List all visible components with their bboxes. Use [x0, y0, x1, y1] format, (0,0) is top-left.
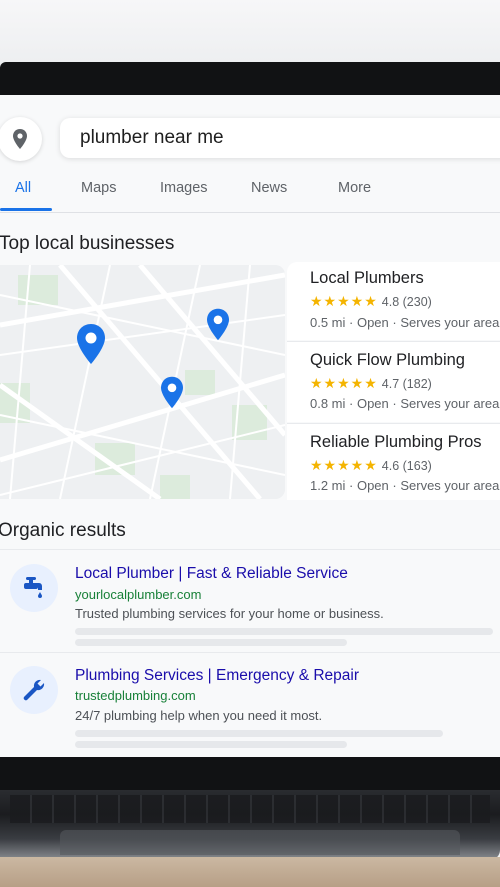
map-pin-icon[interactable] [76, 323, 106, 365]
placeholder-line [75, 730, 443, 737]
organic-section-title: Organic results [0, 520, 126, 541]
map-pin-icon[interactable] [206, 308, 230, 341]
business-rating: ★★★★★ 4.6 (163) [310, 457, 432, 473]
keyboard [10, 795, 490, 823]
result-description: 24/7 plumbing help when you need it most… [75, 708, 323, 723]
divider [0, 549, 500, 550]
local-section-title: Top local businesses [0, 233, 175, 254]
tab-all[interactable]: All [15, 180, 31, 196]
map-streets [0, 265, 285, 499]
result-description: Trusted plumbing services for your home … [75, 606, 384, 621]
result-title-link[interactable]: Local Plumber | Fast & Reliable Service [75, 565, 348, 583]
location-button[interactable] [0, 117, 42, 161]
business-rating: ★★★★★ 4.8 (230) [310, 293, 432, 309]
search-tabs: All Maps Images News More [0, 172, 500, 213]
tab-more[interactable]: More [338, 180, 371, 196]
placeholder-line [75, 628, 493, 635]
result-icon [10, 666, 58, 714]
placeholder-line [75, 741, 347, 748]
tab-maps[interactable]: Maps [81, 180, 116, 196]
divider [0, 652, 500, 653]
business-card[interactable]: Quick Flow Plumbing ★★★★★ 4.7 (182) 0.8 m… [287, 342, 500, 422]
map[interactable] [0, 265, 285, 499]
result-icon [10, 564, 58, 612]
business-name: Local Plumbers [310, 269, 424, 287]
placeholder-line [75, 639, 347, 646]
background-wall [0, 0, 500, 70]
business-name: Reliable Plumbing Pros [310, 433, 482, 451]
location-pin-icon [13, 129, 27, 149]
wrench-icon [23, 679, 45, 701]
tab-images[interactable]: Images [160, 180, 208, 196]
browser-screen: plumber near me All Maps Images News Mor… [0, 95, 500, 757]
trackpad [60, 830, 460, 855]
business-meta: 0.8 mi · Open · Serves your area [310, 396, 500, 411]
map-pin-icon[interactable] [160, 376, 184, 409]
star-rating-icon: ★★★★★ [310, 457, 378, 473]
search-input[interactable]: plumber near me [60, 118, 500, 158]
result-title-link[interactable]: Plumbing Services | Emergency & Repair [75, 667, 359, 685]
business-rating: ★★★★★ 4.7 (182) [310, 375, 432, 391]
active-tab-indicator [0, 208, 52, 211]
tab-news[interactable]: News [251, 180, 287, 196]
faucet-icon [24, 577, 42, 598]
star-rating-icon: ★★★★★ [310, 375, 378, 391]
business-card[interactable]: Reliable Plumbing Pros ★★★★★ 4.6 (163) 1.… [287, 424, 500, 500]
business-meta: 0.5 mi · Open · Serves your area [310, 315, 500, 330]
business-meta: 1.2 mi · Open · Serves your area [310, 478, 500, 493]
result-url[interactable]: yourlocalplumber.com [75, 587, 201, 602]
business-name: Quick Flow Plumbing [310, 351, 465, 369]
star-rating-icon: ★★★★★ [310, 293, 378, 309]
business-card[interactable]: Local Plumbers ★★★★★ 4.8 (230) 0.5 mi · O… [287, 262, 500, 340]
desk [0, 857, 500, 887]
result-url[interactable]: trustedplumbing.com [75, 688, 196, 703]
